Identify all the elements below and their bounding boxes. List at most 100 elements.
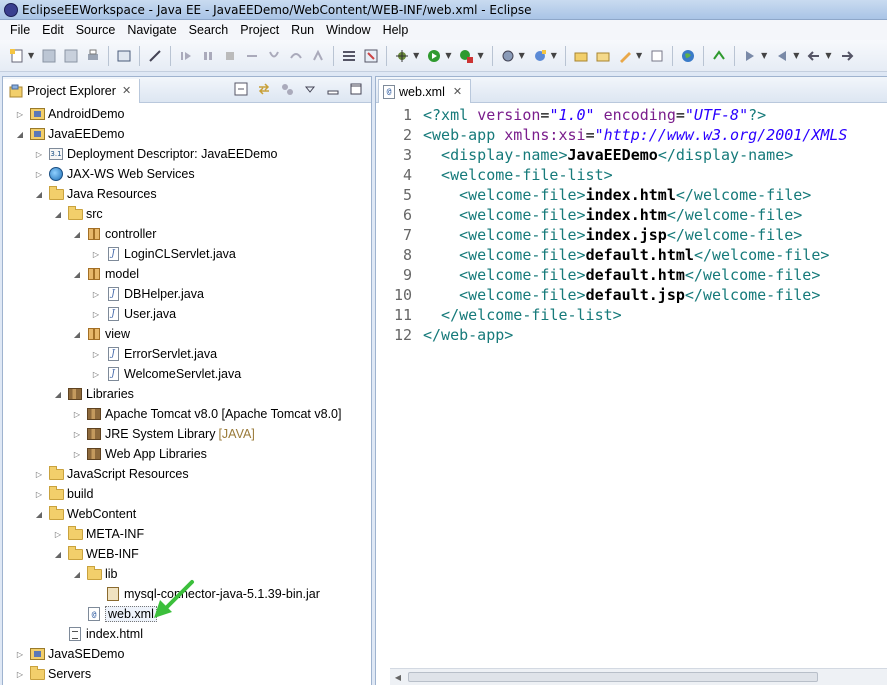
tree-item[interactable]: ▷ AndroidDemo bbox=[15, 104, 125, 124]
tree-item[interactable]: ▷ JAX-WS Web Services bbox=[34, 164, 195, 184]
tree-item[interactable]: ▷ J DBHelper.java bbox=[91, 284, 204, 304]
expanded-arrow-icon[interactable]: ◢ bbox=[53, 550, 63, 559]
new-icon[interactable] bbox=[9, 48, 25, 64]
view-menu-icon[interactable] bbox=[303, 82, 317, 96]
web-browser-icon[interactable] bbox=[680, 48, 696, 64]
step-return-icon[interactable] bbox=[310, 48, 326, 64]
menu-navigate[interactable]: Navigate bbox=[121, 23, 182, 37]
pen-icon[interactable] bbox=[617, 48, 633, 64]
menu-project[interactable]: Project bbox=[234, 23, 285, 37]
scrollbar-thumb[interactable] bbox=[408, 672, 818, 682]
step-into-icon[interactable] bbox=[266, 48, 282, 64]
tab-project-explorer[interactable]: Project Explorer ✕ bbox=[3, 78, 141, 103]
collapsed-arrow-icon[interactable]: ▷ bbox=[34, 490, 44, 499]
collapsed-arrow-icon[interactable]: ▷ bbox=[72, 430, 82, 439]
last-edit-icon[interactable] bbox=[711, 48, 727, 64]
tree-item[interactable]: ▷ J ErrorServlet.java bbox=[91, 344, 217, 364]
step-over-icon[interactable] bbox=[288, 48, 304, 64]
open-type-icon[interactable] bbox=[363, 48, 379, 64]
tree-item[interactable]: ▷ Web App Libraries bbox=[72, 444, 207, 464]
code-area[interactable]: 1 2 3 4 5 6 7 8 9 10 11 12 <?xml version… bbox=[376, 105, 887, 668]
tree-item[interactable]: ◢ view bbox=[72, 324, 130, 344]
collapsed-arrow-icon[interactable]: ▷ bbox=[15, 650, 25, 659]
tree-item[interactable]: ◢ WebContent bbox=[34, 504, 136, 524]
collapse-all-icon[interactable] bbox=[234, 82, 248, 96]
tree-item[interactable]: ◢ src bbox=[53, 204, 103, 224]
tree-item[interactable]: ▷ Apache Tomcat v8.0 [Apache Tomcat v8.0] bbox=[72, 404, 342, 424]
skip-breakpoints-icon[interactable] bbox=[147, 48, 163, 64]
prev-annotation-dropdown-icon[interactable]: ▼ bbox=[793, 51, 799, 60]
external-tools-icon[interactable] bbox=[458, 48, 474, 64]
collapsed-arrow-icon[interactable]: ▷ bbox=[91, 310, 101, 319]
open-task-icon[interactable] bbox=[341, 48, 357, 64]
open-project-icon[interactable] bbox=[595, 48, 611, 64]
tree-item[interactable]: ◢ JavaEEDemo bbox=[15, 124, 125, 144]
next-annotation-dropdown-icon[interactable]: ▼ bbox=[761, 51, 767, 60]
print-icon[interactable] bbox=[85, 48, 101, 64]
tree-item[interactable]: ◢ Java Resources bbox=[34, 184, 157, 204]
menu-window[interactable]: Window bbox=[320, 23, 376, 37]
collapsed-arrow-icon[interactable]: ▷ bbox=[34, 170, 44, 179]
menu-source[interactable]: Source bbox=[70, 23, 122, 37]
debug-icon[interactable] bbox=[394, 48, 410, 64]
menu-run[interactable]: Run bbox=[285, 23, 320, 37]
tree-item[interactable]: ◢ WEB-INF bbox=[53, 544, 139, 564]
tree-item[interactable]: ▷ JavaSEDemo bbox=[15, 644, 125, 664]
menu-search[interactable]: Search bbox=[183, 23, 235, 37]
save-all-icon[interactable] bbox=[63, 48, 79, 64]
tree-item[interactable]: ▷ JRE System Library [JAVA] bbox=[72, 424, 255, 444]
suspend-icon[interactable] bbox=[200, 48, 216, 64]
tree-item[interactable]: ▷ J User.java bbox=[91, 304, 176, 324]
server-icon[interactable] bbox=[116, 48, 132, 64]
tree-item[interactable]: ◢ lib bbox=[72, 564, 118, 584]
collapsed-arrow-icon[interactable]: ▷ bbox=[15, 670, 25, 679]
new-wizard-icon[interactable] bbox=[532, 48, 548, 64]
tree-item[interactable]: @ web.xml bbox=[72, 604, 157, 624]
link-with-editor-icon[interactable] bbox=[257, 82, 271, 96]
expanded-arrow-icon[interactable]: ◢ bbox=[34, 510, 44, 519]
expanded-arrow-icon[interactable]: ◢ bbox=[34, 190, 44, 199]
tree-item[interactable]: mysql-connector-java-5.1.39-bin.jar bbox=[91, 584, 320, 604]
run-dropdown-icon[interactable]: ▼ bbox=[445, 51, 451, 60]
resume-icon[interactable] bbox=[178, 48, 194, 64]
new-dropdown-icon[interactable]: ▼ bbox=[28, 51, 34, 60]
expanded-arrow-icon[interactable]: ◢ bbox=[72, 330, 82, 339]
collapsed-arrow-icon[interactable]: ▷ bbox=[53, 530, 63, 539]
menu-help[interactable]: Help bbox=[377, 23, 415, 37]
expanded-arrow-icon[interactable]: ◢ bbox=[53, 210, 63, 219]
next-annotation-icon[interactable] bbox=[742, 48, 758, 64]
collapsed-arrow-icon[interactable]: ▷ bbox=[91, 370, 101, 379]
tree-item[interactable]: ▷ Servers bbox=[15, 664, 91, 684]
expanded-arrow-icon[interactable]: ◢ bbox=[72, 270, 82, 279]
prev-annotation-icon[interactable] bbox=[774, 48, 790, 64]
tree-item[interactable]: ▷ JavaScript Resources bbox=[34, 464, 189, 484]
collapsed-arrow-icon[interactable]: ▷ bbox=[72, 450, 82, 459]
maximize-icon[interactable] bbox=[349, 82, 363, 96]
terminate-icon[interactable] bbox=[222, 48, 238, 64]
collapsed-arrow-icon[interactable]: ▷ bbox=[34, 470, 44, 479]
back-icon[interactable] bbox=[806, 48, 822, 64]
tree-item[interactable]: ◢ model bbox=[72, 264, 139, 284]
annotation-icon[interactable] bbox=[649, 48, 665, 64]
run-icon[interactable] bbox=[426, 48, 442, 64]
tree-item[interactable]: ▷ J LoginCLServlet.java bbox=[91, 244, 236, 264]
tree-item[interactable]: ▷ META-INF bbox=[53, 524, 144, 544]
save-icon[interactable] bbox=[41, 48, 57, 64]
expanded-arrow-icon[interactable]: ◢ bbox=[53, 390, 63, 399]
collapsed-arrow-icon[interactable]: ▷ bbox=[91, 350, 101, 359]
minimize-icon[interactable] bbox=[326, 82, 340, 96]
open-folder-icon[interactable] bbox=[573, 48, 589, 64]
menu-file[interactable]: File bbox=[4, 23, 36, 37]
new-wizard-dropdown-icon[interactable]: ▼ bbox=[551, 51, 557, 60]
collapsed-arrow-icon[interactable]: ▷ bbox=[72, 410, 82, 419]
expanded-arrow-icon[interactable]: ◢ bbox=[15, 130, 25, 139]
tree-item[interactable]: ▷ 3.1 Deployment Descriptor: JavaEEDemo bbox=[34, 144, 278, 164]
tree-item[interactable]: ◢ controller bbox=[72, 224, 157, 244]
back-dropdown-icon[interactable]: ▼ bbox=[825, 51, 831, 60]
focus-icon[interactable] bbox=[280, 82, 294, 96]
tab-web-xml[interactable]: @ web.xml ✕ bbox=[378, 79, 472, 103]
forward-icon[interactable] bbox=[839, 48, 855, 64]
new-server-dropdown-icon[interactable]: ▼ bbox=[519, 51, 525, 60]
tree-item[interactable]: ◢ Libraries bbox=[53, 384, 134, 404]
external-tools-dropdown-icon[interactable]: ▼ bbox=[477, 51, 483, 60]
